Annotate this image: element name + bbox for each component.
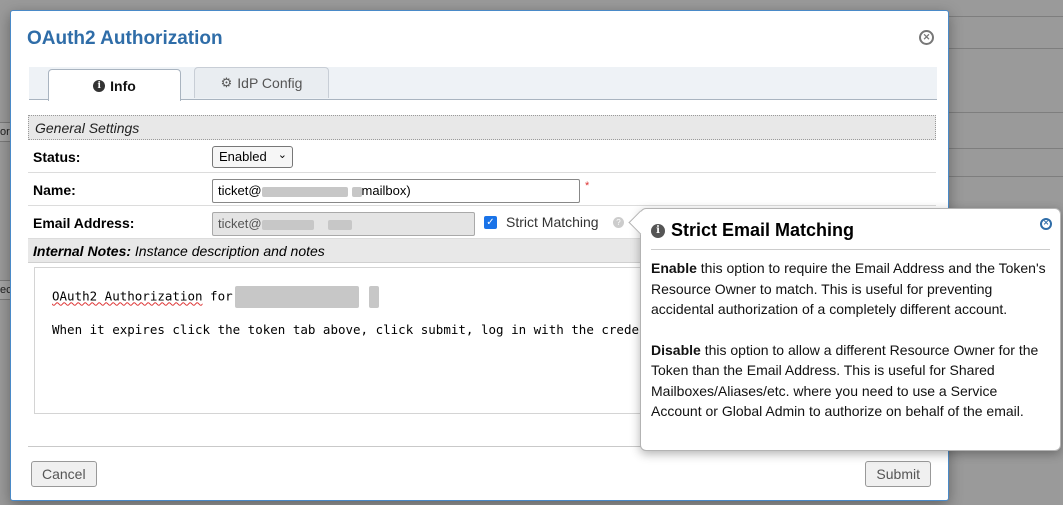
status-label: Status:	[33, 149, 81, 165]
required-marker: *	[585, 180, 590, 192]
dialog-title: OAuth2 Authorization	[27, 28, 223, 49]
section-general-settings: General Settings	[28, 115, 936, 140]
strict-matching-checkbox[interactable]: ✓	[484, 216, 497, 229]
bg-divider	[945, 112, 1063, 113]
notes-line-1-for: for	[210, 288, 233, 304]
status-value: Enabled	[219, 149, 267, 164]
tab-bar: i Info ⚙ IdP Config	[29, 67, 937, 101]
gear-icon: ⚙	[220, 75, 233, 90]
redacted-text	[261, 219, 314, 230]
email-field: ticket@	[212, 212, 475, 236]
bg-divider	[945, 148, 1063, 149]
tab-idp-config[interactable]: ⚙ IdP Config	[194, 67, 329, 98]
popover-paragraph-disable: Disable this option to allow a different…	[651, 340, 1050, 422]
disable-word: Disable	[651, 341, 701, 358]
tab-info-label: Info	[110, 77, 136, 94]
bg-divider	[945, 176, 1063, 177]
info-icon: i	[93, 79, 106, 92]
popover-paragraph-enable: Enable this option to require the Email …	[651, 258, 1050, 320]
name-prefix: ticket@	[218, 183, 262, 198]
popover-divider	[651, 249, 1050, 250]
tab-idp-config-label: IdP Config	[237, 75, 303, 91]
email-label: Email Address:	[33, 215, 135, 231]
redacted-text	[234, 286, 359, 308]
redacted-text	[351, 186, 362, 197]
popover-title-text: Strict Email Matching	[671, 220, 855, 240]
popover-title: i Strict Email Matching	[651, 220, 854, 241]
enable-text: this option to require the Email Address…	[651, 260, 1046, 317]
bg-divider	[945, 16, 1063, 17]
chevron-down-icon: ⌄	[277, 149, 287, 161]
name-input[interactable]: ticket@ mailbox)	[212, 179, 580, 203]
notes-description: Instance description and notes	[134, 243, 325, 259]
redacted-text	[261, 186, 348, 197]
bg-divider	[945, 48, 1063, 49]
name-suffix: mailbox)	[361, 183, 411, 198]
help-icon[interactable]: ?	[613, 217, 624, 228]
name-label: Name:	[33, 182, 76, 198]
enable-word: Enable	[651, 260, 697, 276]
close-icon[interactable]: ✕	[1040, 218, 1052, 230]
redacted-text	[368, 286, 379, 308]
cancel-button[interactable]: Cancel	[31, 461, 97, 487]
strict-matching-label: Strict Matching	[506, 214, 599, 230]
name-row: Name: ticket@ mailbox) *	[28, 173, 936, 206]
close-icon[interactable]: ✕	[919, 30, 934, 45]
redacted-text	[327, 219, 352, 230]
email-prefix: ticket@	[218, 216, 262, 231]
strict-matching-popover: i Strict Email Matching ✕ Enable this op…	[640, 208, 1061, 451]
info-icon: i	[651, 223, 665, 238]
status-select[interactable]: Enabled ⌄	[212, 146, 293, 168]
notes-line-1-prefix: OAuth2 Authorization	[52, 288, 203, 304]
popover-body: Enable this option to require the Email …	[651, 258, 1050, 442]
status-row: Status: Enabled ⌄	[28, 140, 936, 173]
submit-button[interactable]: Submit	[865, 461, 931, 487]
disable-text: this option to allow a different Resourc…	[651, 341, 1039, 420]
notes-label: Internal Notes:	[33, 243, 132, 259]
tab-info[interactable]: i Info	[48, 69, 181, 101]
